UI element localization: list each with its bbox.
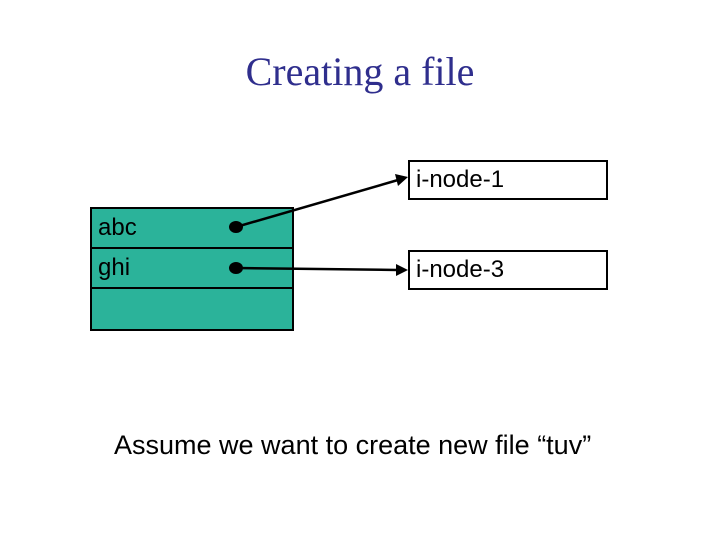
inode-label: i-node-1 [416, 166, 504, 194]
inode-box-1: i-node-1 [408, 160, 608, 200]
arrowhead-icon [396, 264, 408, 276]
slide-title: Creating a file [0, 48, 720, 95]
directory-entry-label: ghi [98, 254, 130, 282]
arrowhead-icon [395, 174, 408, 186]
inode-box-3: i-node-3 [408, 250, 608, 290]
directory-entry-label: abc [98, 214, 137, 242]
inode-label: i-node-3 [416, 256, 504, 284]
directory-row-empty [92, 289, 292, 329]
directory-row-ghi: ghi [92, 249, 292, 289]
caption-text: Assume we want to create new file “tuv” [114, 430, 591, 461]
directory-table: abc ghi [90, 207, 294, 331]
directory-row-abc: abc [92, 209, 292, 249]
slide: Creating a file abc ghi i-node-1 i-node-… [0, 0, 720, 540]
